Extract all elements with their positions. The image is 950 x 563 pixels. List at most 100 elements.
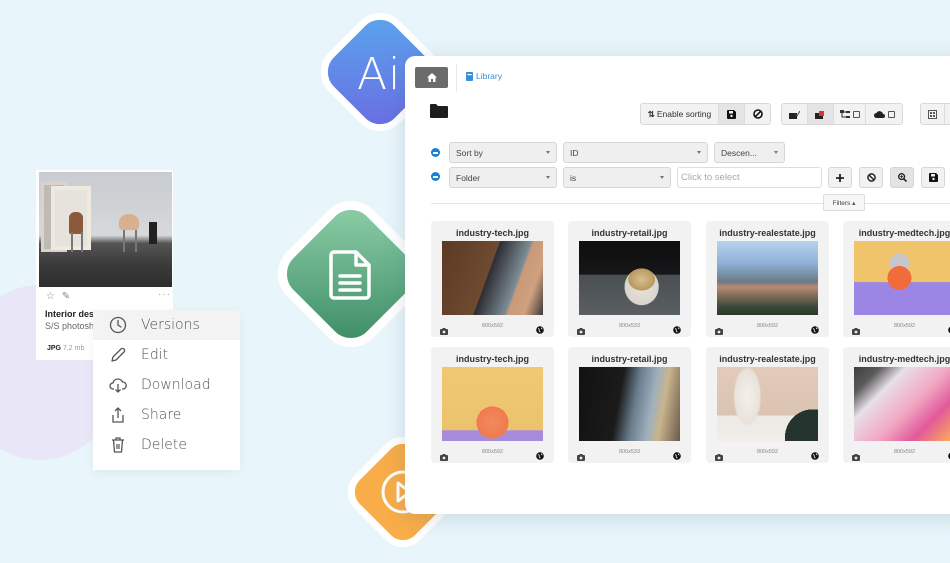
- asset-dimensions: 800x592: [893, 323, 916, 329]
- asset-card[interactable]: industry-realestate.jpg 800x592: [706, 221, 829, 337]
- asset-dimensions: 800x592: [893, 449, 916, 455]
- asset-card[interactable]: industry-tech.jpg 800x592: [431, 347, 554, 463]
- asset-thumbnail[interactable]: [717, 241, 818, 315]
- asset-thumbnail[interactable]: [717, 367, 818, 441]
- more-options-icon[interactable]: ···: [158, 289, 171, 300]
- asset-filename: industry-medtech.jpg: [858, 228, 950, 238]
- menu-item-delete[interactable]: Delete: [93, 430, 240, 460]
- chevron-down-icon: [546, 151, 550, 154]
- sort-order-select[interactable]: Descen...: [714, 142, 785, 163]
- cancel-sorting-button[interactable]: [745, 104, 770, 124]
- save-filter-button[interactable]: [921, 167, 945, 188]
- selection-toolbar: [781, 103, 903, 125]
- asset-thumbnail[interactable]: [442, 367, 543, 441]
- menu-item-download[interactable]: Download: [93, 370, 240, 400]
- filters-toggle-button[interactable]: Filters ▴: [823, 194, 865, 211]
- globe-icon[interactable]: [811, 321, 819, 339]
- sort-icon: ⇅: [647, 108, 655, 119]
- globe-icon[interactable]: [536, 321, 544, 339]
- asset-filename: industry-realestate.jpg: [719, 354, 816, 364]
- save-sorting-button[interactable]: [719, 104, 745, 124]
- list-view-button[interactable]: [945, 104, 950, 124]
- asset-meta: JPG 7,2 mb: [47, 345, 84, 352]
- add-filter-button[interactable]: [828, 167, 852, 188]
- filter-value-placeholder: Click to select: [681, 172, 740, 183]
- grid-view-button[interactable]: [921, 104, 945, 124]
- asset-filename: industry-realestate.jpg: [719, 228, 816, 238]
- remove-filter-row-icon[interactable]: [431, 172, 440, 181]
- filter-operator-value: is: [570, 172, 577, 183]
- save-icon: [928, 173, 938, 182]
- ai-label: Ai: [357, 49, 402, 100]
- deselect-button[interactable]: [808, 104, 834, 124]
- tree-view-checkbox[interactable]: [852, 110, 860, 118]
- asset-filename: industry-retail.jpg: [591, 228, 668, 238]
- filter-operator-select[interactable]: is: [563, 167, 671, 188]
- tree-view-toggle[interactable]: [834, 104, 866, 124]
- menu-item-label: Edit: [141, 347, 169, 363]
- menu-item-label: Delete: [141, 437, 187, 453]
- asset-thumbnail[interactable]: [442, 241, 543, 315]
- asset-title: Interior des: [45, 309, 95, 319]
- asset-thumbnail[interactable]: [854, 241, 950, 315]
- asset-thumbnail[interactable]: [854, 367, 950, 441]
- chevron-down-icon: [660, 176, 664, 179]
- search-filter-button[interactable]: [890, 167, 914, 188]
- pencil-icon: [111, 347, 126, 362]
- asset-filename: industry-retail.jpg: [591, 354, 668, 364]
- asset-card[interactable]: industry-medtech.jpg 800x592: [843, 347, 950, 463]
- home-button[interactable]: [415, 67, 448, 88]
- zoom-in-icon: [897, 173, 907, 182]
- remove-sort-row-icon[interactable]: [431, 148, 440, 157]
- cloud-download-icon: [109, 378, 127, 393]
- sort-field-select[interactable]: Sort by: [449, 142, 557, 163]
- asset-filename: industry-tech.jpg: [455, 228, 529, 238]
- asset-subtitle: S/S photosh: [45, 321, 95, 331]
- clear-filter-button[interactable]: [859, 167, 883, 188]
- folder-icon[interactable]: [430, 104, 448, 118]
- filter-field-select[interactable]: Folder: [449, 167, 557, 188]
- menu-item-label: Versions: [141, 317, 200, 333]
- star-icon[interactable]: ☆: [46, 291, 55, 302]
- clock-icon: [109, 316, 127, 334]
- globe-icon[interactable]: [673, 321, 681, 339]
- cloud-toggle[interactable]: [866, 104, 902, 124]
- app-window: Library ⇅ Enable sorting Sort by ID Desc…: [405, 56, 950, 514]
- sort-value: ID: [570, 147, 579, 158]
- globe-icon[interactable]: [673, 447, 681, 465]
- asset-card[interactable]: industry-retail.jpg 800x533: [568, 221, 691, 337]
- menu-item-share[interactable]: Share: [93, 400, 240, 430]
- trash-icon: [112, 437, 124, 453]
- chevron-down-icon: [774, 151, 778, 154]
- menu-item-label: Download: [141, 377, 211, 393]
- menu-item-versions[interactable]: Versions: [93, 310, 240, 340]
- menu-item-edit[interactable]: Edit: [93, 340, 240, 370]
- document-icon: [329, 250, 371, 300]
- select-all-button[interactable]: [782, 104, 808, 124]
- asset-format: JPG: [47, 345, 62, 352]
- asset-filename: industry-medtech.jpg: [858, 354, 950, 364]
- asset-thumbnail[interactable]: [579, 241, 680, 315]
- home-icon: [426, 73, 437, 82]
- globe-icon[interactable]: [811, 447, 819, 465]
- asset-card[interactable]: industry-tech.jpg 800x592: [431, 221, 554, 337]
- grid-icon: [928, 109, 937, 119]
- asset-card[interactable]: industry-realestate.jpg 800x592: [706, 347, 829, 463]
- asset-size: 7,2 mb: [62, 345, 85, 352]
- asset-card[interactable]: industry-retail.jpg 800x533: [568, 347, 691, 463]
- sitemap-icon: [839, 109, 850, 118]
- cloud-checkbox[interactable]: [887, 110, 895, 118]
- filter-value-input[interactable]: Click to select: [677, 167, 822, 188]
- pencil-icon[interactable]: ✎: [62, 291, 70, 302]
- folder-remove-icon: [815, 110, 824, 119]
- sort-value-select[interactable]: ID: [563, 142, 708, 163]
- asset-thumbnail[interactable]: [579, 367, 680, 441]
- filters-divider: [431, 203, 950, 204]
- globe-icon[interactable]: [536, 447, 544, 465]
- enable-sorting-label: Enable sorting: [656, 109, 712, 119]
- asset-card[interactable]: industry-medtech.jpg 800x592: [843, 221, 950, 337]
- filter-field-value: Folder: [456, 172, 481, 183]
- tab-library[interactable]: Library: [466, 71, 502, 81]
- asset-filename: industry-tech.jpg: [455, 354, 529, 364]
- enable-sorting-button[interactable]: ⇅ Enable sorting: [641, 104, 719, 124]
